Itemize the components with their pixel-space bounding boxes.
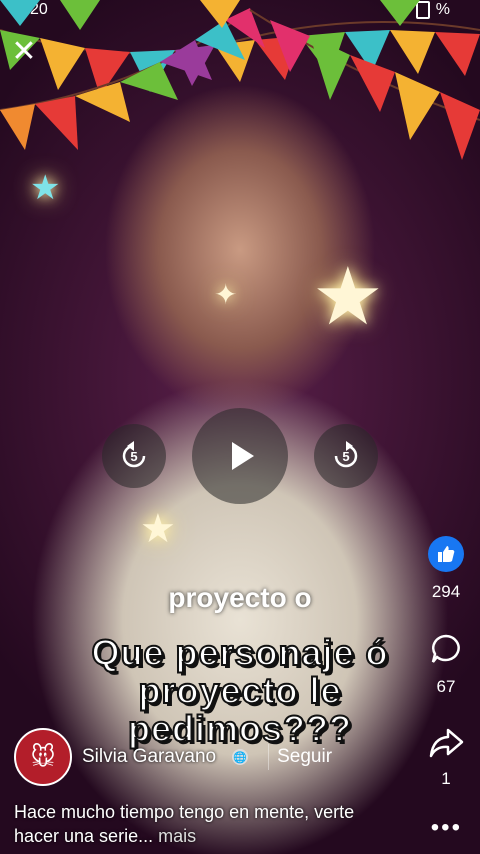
more-options-icon[interactable]: ••• bbox=[431, 814, 462, 842]
share-count: 1 bbox=[441, 769, 451, 788]
post-description: Hace mucho tiempo tengo en mente, verte … bbox=[14, 800, 394, 848]
author-name[interactable]: Silvia Garavano bbox=[82, 746, 216, 768]
close-icon[interactable]: ✕ bbox=[10, 37, 38, 67]
rewind-seconds: 5 bbox=[130, 448, 138, 464]
forward-seconds: 5 bbox=[342, 448, 350, 464]
sparkle-star-icon: ★ bbox=[312, 252, 384, 341]
rewind-button[interactable]: 5 bbox=[102, 424, 166, 488]
author-row: 🐭 Silvia Garavano 🌐 Seguir bbox=[14, 728, 340, 786]
share-action[interactable]: 1 bbox=[424, 726, 468, 789]
play-button[interactable] bbox=[192, 408, 288, 504]
sparkle-star-icon: ✦ bbox=[214, 279, 238, 310]
play-icon bbox=[232, 442, 254, 470]
share-icon[interactable] bbox=[428, 726, 464, 760]
comment-action[interactable]: 67 bbox=[424, 632, 468, 697]
more-link[interactable]: mais bbox=[158, 826, 196, 846]
sparkle-star-icon: ★ bbox=[30, 169, 61, 207]
forward-button[interactable]: 5 bbox=[314, 424, 378, 488]
avatar[interactable]: 🐭 bbox=[14, 728, 72, 786]
video-caption-small: proyecto o bbox=[168, 582, 312, 613]
thumbs-up-icon[interactable] bbox=[428, 536, 464, 572]
sparkle-star-icon: ★ bbox=[140, 507, 176, 551]
comment-count: 67 bbox=[436, 677, 456, 696]
like-action[interactable]: 294 bbox=[424, 536, 468, 602]
globe-icon: 🌐 bbox=[232, 749, 249, 765]
follow-button[interactable]: Seguir bbox=[268, 744, 340, 770]
like-count: 294 bbox=[431, 582, 461, 601]
comment-icon[interactable] bbox=[429, 632, 463, 666]
bunting-decoration bbox=[0, 0, 480, 160]
